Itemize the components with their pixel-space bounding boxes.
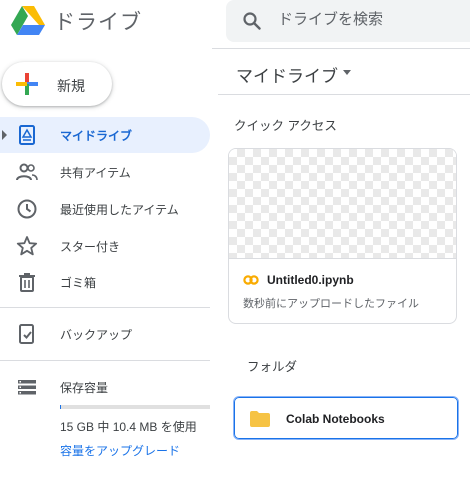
colab-icon (243, 275, 259, 285)
trash-icon (19, 273, 35, 292)
plus-icon (16, 73, 38, 95)
sidebar-divider (0, 307, 210, 308)
sidebar-divider (0, 360, 210, 361)
storage-progress-bar (60, 405, 210, 409)
drive-logo-icon[interactable] (10, 4, 46, 36)
expand-arrow-icon[interactable] (2, 130, 7, 140)
page-title[interactable]: マイドライブ (236, 62, 338, 87)
sidebar-item-label: スター付き (60, 240, 121, 254)
search-input[interactable] (278, 11, 458, 28)
search-icon[interactable] (242, 11, 262, 31)
search-box[interactable] (226, 0, 470, 42)
file-name: Untitled0.ipynb (267, 273, 354, 287)
quick-access-file-card[interactable]: Untitled0.ipynb 数秒前にアップロードしたファイル (228, 148, 457, 324)
clock-icon (17, 199, 37, 219)
quick-access-heading: クイック アクセス (234, 119, 337, 133)
sidebar-item-recent[interactable]: 最近使用したアイテム (0, 191, 210, 227)
folder-tile[interactable]: Colab Notebooks (233, 396, 459, 440)
sidebar-item-label: 保存容量 (60, 381, 109, 395)
folder-icon (250, 411, 270, 427)
header-divider (212, 48, 470, 49)
app-title: ドライブ (54, 11, 142, 34)
sidebar-item-starred[interactable]: スター付き (0, 228, 210, 264)
sidebar-item-my-drive[interactable]: マイドライブ (0, 117, 210, 153)
upgrade-storage-link[interactable]: 容量をアップグレード (60, 442, 180, 459)
folders-heading: フォルダ (247, 360, 298, 374)
people-icon (16, 163, 38, 181)
storage-usage-text: 15 GB 中 10.4 MB を使用 (60, 420, 197, 434)
sidebar-item-shared[interactable]: 共有アイテム (0, 154, 210, 190)
sidebar-item-label: ゴミ箱 (60, 276, 97, 290)
new-button[interactable]: 新規 (2, 62, 112, 106)
storage-progress-fill (60, 405, 61, 409)
main-divider (218, 94, 470, 95)
star-icon (16, 236, 38, 256)
sidebar-item-label: マイドライブ (60, 129, 133, 143)
sidebar-item-label: バックアップ (60, 328, 133, 342)
sidebar-item-backup[interactable]: バックアップ (0, 316, 210, 352)
chevron-down-icon[interactable] (343, 70, 351, 75)
sidebar-item-storage[interactable]: 保存容量 (0, 369, 210, 405)
top-bar: ドライブ (0, 0, 470, 48)
sidebar-item-label: 共有アイテム (60, 166, 131, 180)
folder-name: Colab Notebooks (286, 412, 385, 426)
sidebar-item-label: 最近使用したアイテム (60, 203, 179, 217)
storage-icon (18, 380, 36, 395)
sidebar-item-trash[interactable]: ゴミ箱 (0, 264, 210, 300)
file-reason: 数秒前にアップロードしたファイル (243, 298, 419, 310)
file-preview-thumbnail (229, 149, 456, 259)
my-drive-icon (19, 125, 35, 145)
new-button-label: 新規 (57, 78, 85, 94)
backup-icon (19, 324, 34, 344)
